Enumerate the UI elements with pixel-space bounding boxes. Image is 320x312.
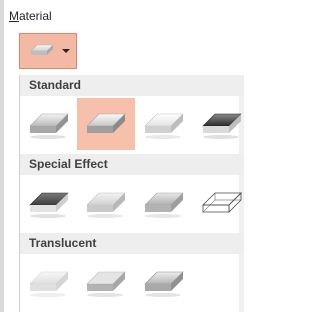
material-option-soft-metal[interactable]	[135, 256, 193, 308]
section-header-standard: Standard	[20, 75, 244, 96]
clear-icon	[86, 271, 126, 297]
section-header-special-effect: Special Effect	[20, 154, 244, 175]
material-option-powder[interactable]	[20, 256, 78, 308]
material-dropdown-button[interactable]	[19, 33, 77, 69]
metal-icon	[202, 113, 242, 139]
material-option-metal[interactable]	[193, 98, 251, 150]
material-option-clear[interactable]	[77, 256, 135, 308]
plastic-icon	[144, 113, 184, 139]
material-option-wire-frame[interactable]	[193, 177, 251, 229]
material-option-warm-matte[interactable]	[77, 98, 135, 150]
material-option-dark-edge[interactable]	[20, 177, 78, 229]
material-label: Material	[9, 9, 52, 23]
matte-icon	[29, 113, 69, 139]
soft-edge-icon	[86, 192, 126, 218]
material-option-matte[interactable]	[20, 98, 78, 150]
soft-metal-icon	[144, 271, 184, 297]
section-header-translucent: Translucent	[20, 233, 244, 254]
material-option-plastic[interactable]	[135, 98, 193, 150]
powder-icon	[29, 271, 69, 297]
chevron-down-icon[interactable]	[62, 49, 70, 53]
material-option-soft-edge[interactable]	[77, 177, 135, 229]
warm-matte-icon	[86, 113, 126, 133]
dark-edge-icon	[29, 192, 69, 218]
matte-material-icon	[30, 44, 54, 55]
wire-frame-icon	[202, 192, 242, 213]
flat-icon	[144, 192, 184, 218]
material-option-flat[interactable]	[135, 177, 193, 229]
